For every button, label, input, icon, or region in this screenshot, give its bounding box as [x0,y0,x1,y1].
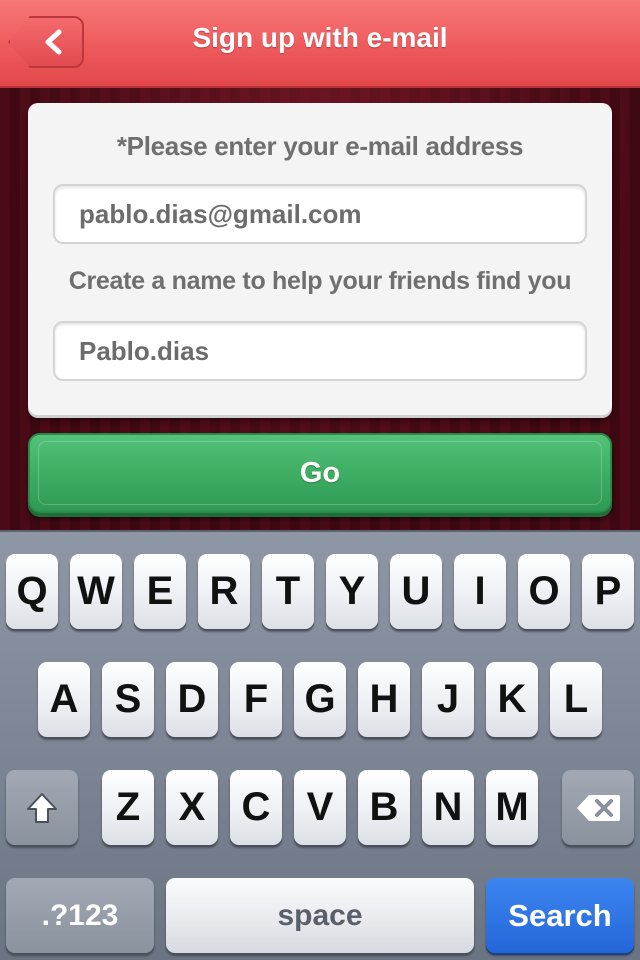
email-label: *Please enter your e-mail address [116,131,524,161]
shift-icon [25,791,59,825]
key-t[interactable]: T [262,554,314,629]
key-m[interactable]: M [486,770,538,845]
key-i[interactable]: I [454,554,506,629]
key-x[interactable]: X [166,770,218,845]
username-label: Create a name to help your friends find … [68,267,572,295]
backspace-icon [575,793,621,823]
key-d[interactable]: D [166,662,218,737]
username-field[interactable]: Pablo.dias [53,321,587,381]
key-a[interactable]: A [38,662,90,737]
signup-form-card: *Please enter your e-mail address pablo.… [28,103,612,415]
key-r[interactable]: R [198,554,250,629]
shift-key[interactable] [6,770,78,845]
key-p[interactable]: P [582,554,634,629]
key-u[interactable]: U [390,554,442,629]
search-key[interactable]: Search [486,878,634,953]
onscreen-keyboard: QWERTYUIOP ASDFGHJKL ZXCVBNM .?123 space… [0,530,640,960]
go-button[interactable]: Go [28,433,612,513]
backspace-key[interactable] [562,770,634,845]
email-field[interactable]: pablo.dias@gmail.com [53,184,587,244]
key-h[interactable]: H [358,662,410,737]
key-s[interactable]: S [102,662,154,737]
back-button[interactable] [8,16,84,68]
key-v[interactable]: V [294,770,346,845]
key-q[interactable]: Q [6,554,58,629]
app-screen: Sign up with e-mail *Please enter your e… [0,0,640,960]
key-e[interactable]: E [134,554,186,629]
key-j[interactable]: J [422,662,474,737]
page-title: Sign up with e-mail [192,22,448,53]
key-y[interactable]: Y [326,554,378,629]
space-key[interactable]: space [166,878,474,953]
key-b[interactable]: B [358,770,410,845]
username-field-value: Pablo.dias [79,335,210,366]
key-g[interactable]: G [294,662,346,737]
key-l[interactable]: L [550,662,602,737]
main-content: *Please enter your e-mail address pablo.… [0,88,640,530]
key-z[interactable]: Z [102,770,154,845]
key-o[interactable]: O [518,554,570,629]
key-k[interactable]: K [486,662,538,737]
key-c[interactable]: C [230,770,282,845]
email-field-value: pablo.dias@gmail.com [79,198,362,229]
header-bar: Sign up with e-mail [0,0,640,88]
chevron-left-icon [42,29,64,55]
key-f[interactable]: F [230,662,282,737]
key-w[interactable]: W [70,554,122,629]
key-n[interactable]: N [422,770,474,845]
numbers-key[interactable]: .?123 [6,878,154,953]
